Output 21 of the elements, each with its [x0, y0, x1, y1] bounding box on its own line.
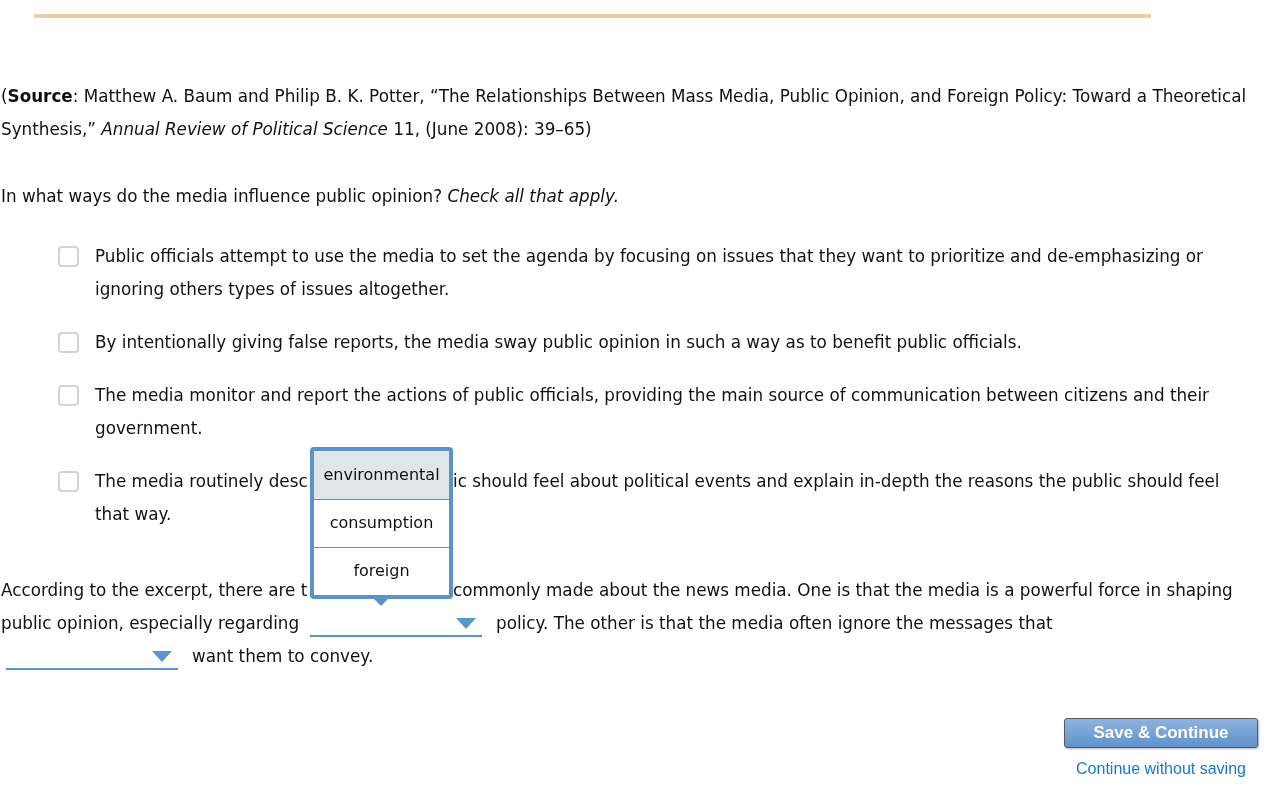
- checkbox[interactable]: [58, 471, 79, 492]
- dropdown-caret-icon: [456, 617, 476, 629]
- question-text: In what ways do the media influence public opinion? Check all that apply.: [1, 185, 620, 208]
- option-text: By intentionally giving false reports, the media sway public opinion in such a way as to benefit public officials.: [95, 332, 1022, 352]
- checkbox[interactable]: [58, 246, 79, 267]
- sentence-text: According to the excerpt, there are t: [1, 578, 309, 602]
- checkbox[interactable]: [58, 385, 79, 406]
- dropdown-option[interactable]: environmental: [314, 450, 449, 499]
- source-citation: (Source: Matthew A. Baum and Philip B. K. Potter, “The Relationships Between Mass Media, Public Opinion, and Foreign Policy: Toward a Theoretical Synthesis,” Annual Review of Political Science 11, (June 2008): 39–65): [1, 85, 1248, 141]
- dropdown-caret-icon: [152, 650, 172, 662]
- continue-without-saving-link[interactable]: Continue without saving: [1076, 757, 1246, 781]
- sentence-text: public opinion, especially regarding: [1, 611, 301, 635]
- sentence-text: want them to convey.: [192, 644, 374, 668]
- option-text: Public officials attempt to use the media to set the agenda by focusing on issues that they want to prioritize and de-emphasizing or ignoring others types of issues altogether.: [95, 246, 1203, 299]
- option-text: The media monitor and report the actions of public officials, providing the main source of communication between citizens and their government.: [95, 385, 1209, 438]
- sentence-text: policy. The other is that the media often ignore the messages that: [496, 611, 1053, 635]
- sentence-text: commonly made about the news media. One is that the media is a powerful force in shaping: [453, 578, 1233, 602]
- option-text: The media routinely desc: [95, 469, 309, 493]
- option-text: ic should feel about political events and explain in-depth the reasons the public should feel: [453, 469, 1220, 493]
- checkbox[interactable]: [58, 332, 79, 353]
- option-text: that way.: [95, 504, 172, 524]
